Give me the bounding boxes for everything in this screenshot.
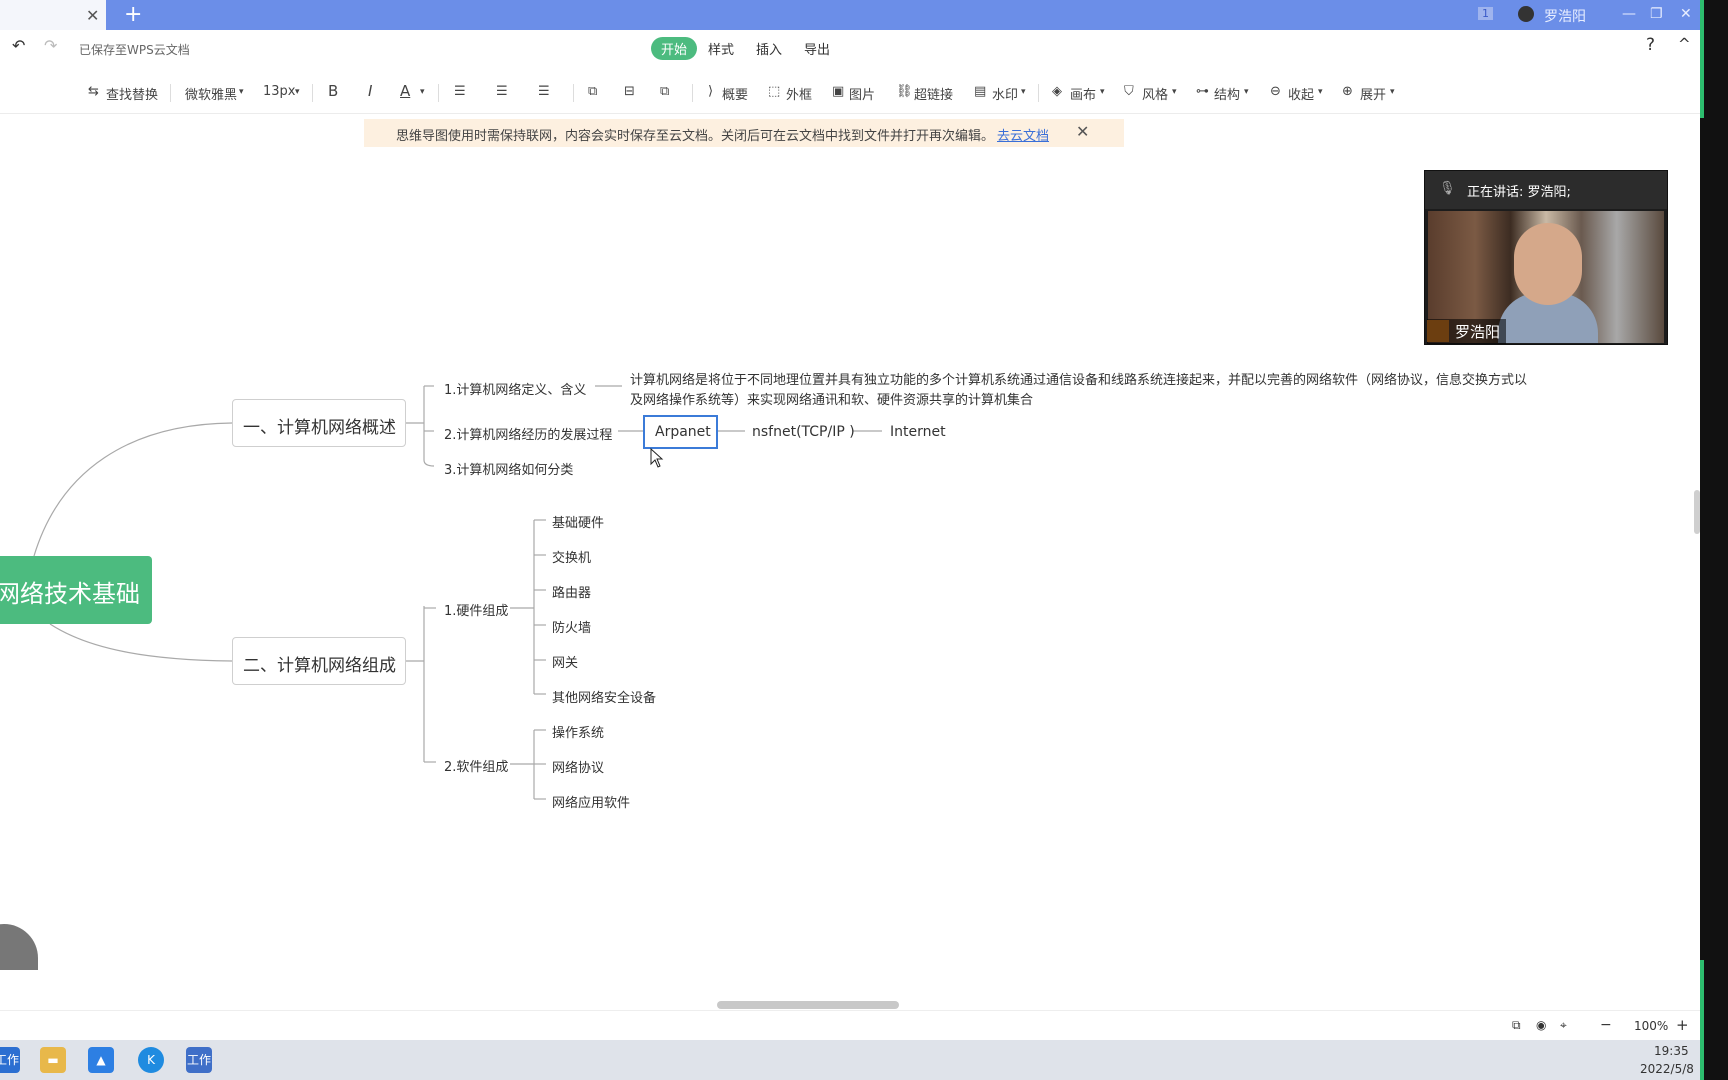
topic-node-hardware[interactable]: 1.硬件组成 — [444, 600, 508, 619]
leaf-node[interactable]: 其他网络安全设备 — [552, 687, 656, 706]
mindmap-connectors — [33, 385, 882, 800]
zoom-in-button[interactable]: + — [1676, 1016, 1689, 1034]
node-label: Arpanet — [655, 424, 711, 440]
leaf-node[interactable]: 网络协议 — [552, 757, 604, 776]
leaf-node[interactable]: 路由器 — [552, 582, 591, 601]
taskbar-app-work2[interactable]: 工作 — [186, 1047, 212, 1073]
definition-text-line1[interactable]: 计算机网络是将位于不同地理位置并具有独立功能的多个计算机系统通过通信设备和线路系… — [630, 369, 1527, 388]
leaf-node[interactable]: 基础硬件 — [552, 512, 604, 531]
file-explorer-icon[interactable]: ▬ — [40, 1047, 66, 1073]
branch-label: 一、计算机网络概述 — [243, 418, 396, 438]
locate-icon[interactable]: ⌖ — [1560, 1018, 1567, 1033]
branch-label: 二、计算机网络组成 — [243, 656, 396, 676]
screen-edge — [1700, 0, 1728, 1080]
topic-node-definition[interactable]: 1.计算机网络定义、含义 — [444, 379, 586, 398]
status-bar: ⧉ ◉ ⌖ − 100% + — [0, 1010, 1700, 1040]
root-label: 网络技术基础 — [0, 580, 140, 608]
topic-node-nsfnet[interactable]: nsfnet(TCP/IP ) — [752, 424, 855, 440]
taskbar-app-work[interactable]: 工作 — [0, 1047, 20, 1073]
leaf-node[interactable]: 交换机 — [552, 547, 591, 566]
zoom-level[interactable]: 100% — [1634, 1019, 1668, 1033]
branch-composition-node[interactable]: 二、计算机网络组成 — [232, 637, 406, 685]
chart-app-icon[interactable]: ▲ — [88, 1047, 114, 1073]
topic-node-internet[interactable]: Internet — [890, 424, 946, 440]
green-accent-top — [1700, 0, 1704, 118]
zoom-out-button[interactable]: − — [1600, 1017, 1612, 1033]
video-header: 🎙 正在讲话: 罗浩阳; — [1425, 171, 1667, 209]
preview-icon[interactable]: ◉ — [1536, 1018, 1546, 1032]
speaking-status: 正在讲话: 罗浩阳; — [1467, 185, 1571, 200]
green-accent-bottom — [1700, 960, 1704, 1080]
selected-node-arpanet[interactable]: Arpanet — [643, 415, 718, 449]
speaker-name: 罗浩阳 — [1427, 319, 1507, 344]
horizontal-scrollbar[interactable] — [717, 1001, 899, 1009]
topic-node-software[interactable]: 2.软件组成 — [444, 756, 508, 775]
clock-time[interactable]: 19:35 — [1654, 1044, 1689, 1058]
leaf-node[interactable]: 网络应用软件 — [552, 792, 630, 811]
topic-node-classification[interactable]: 3.计算机网络如何分类 — [444, 459, 573, 478]
taskbar: 工作 ▬ ▲ K 工作 19:35 2022/5/8 — [0, 1040, 1700, 1080]
branch-overview-node[interactable]: 一、计算机网络概述 — [232, 399, 406, 447]
clock-date[interactable]: 2022/5/8 — [1640, 1062, 1694, 1076]
leaf-node[interactable]: 防火墙 — [552, 617, 591, 636]
leaf-node[interactable]: 网关 — [552, 652, 578, 671]
fit-page-icon[interactable]: ⧉ — [1512, 1018, 1521, 1033]
video-call-panel[interactable]: 🎙 正在讲话: 罗浩阳; 罗浩阳 — [1424, 170, 1668, 345]
speaker-face — [1514, 223, 1582, 305]
leaf-node[interactable]: 操作系统 — [552, 722, 604, 741]
microphone-icon: 🎙 — [1439, 181, 1456, 196]
topic-node-history[interactable]: 2.计算机网络经历的发展过程 — [444, 424, 612, 443]
k-app-icon[interactable]: K — [138, 1047, 164, 1073]
mindmap-root-node[interactable]: 网络技术基础 — [0, 556, 152, 624]
mouse-cursor-icon — [650, 448, 664, 468]
definition-text-line2[interactable]: 及网络操作系统等）来实现网络通讯和软、硬件资源共享的计算机集合 — [630, 389, 1033, 408]
